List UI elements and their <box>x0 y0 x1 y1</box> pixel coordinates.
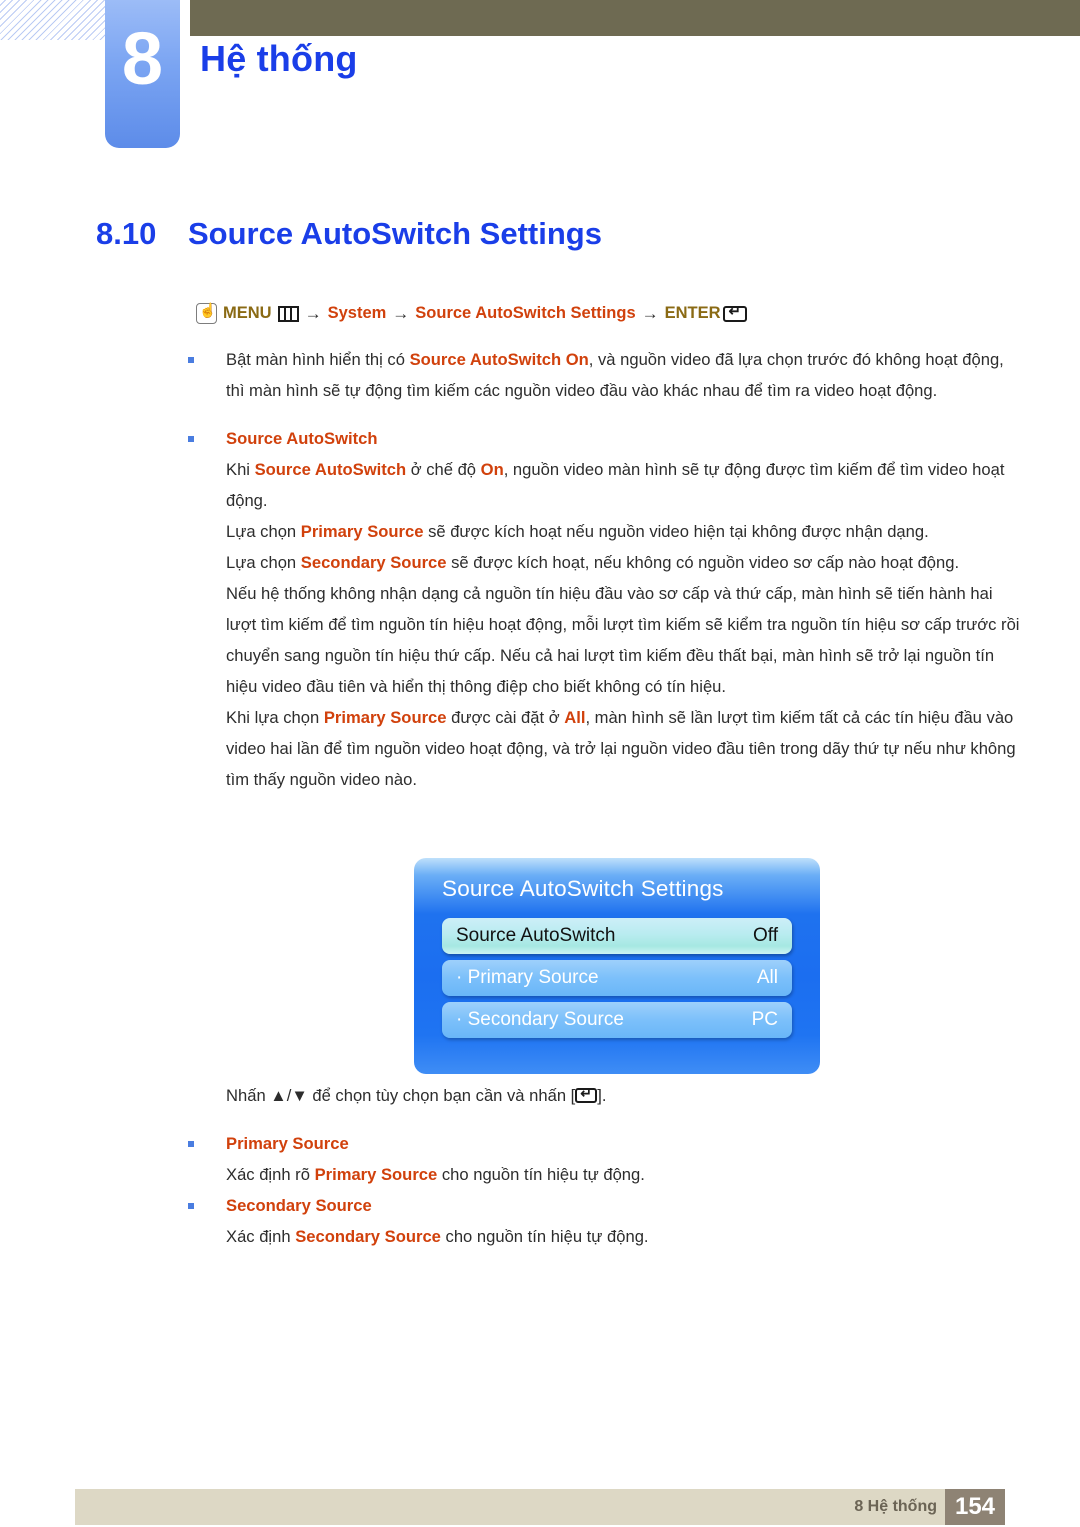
osd-row-value: PC <box>751 1009 778 1030</box>
section-heading: 8.10 Source AutoSwitch Settings <box>96 216 602 252</box>
bullet-marker <box>188 1203 194 1209</box>
hand-press-icon <box>196 301 217 324</box>
osd-title: Source AutoSwitch Settings <box>442 876 724 901</box>
chapter-tab: 8 <box>105 0 180 148</box>
p3-text-a: Lựa chọn <box>226 553 301 572</box>
paragraph-autoswitch-desc: Khi Source AutoSwitch ở chế độ On, nguồn… <box>182 454 1022 516</box>
osd-row-secondary-source[interactable]: · Secondary Source PC <box>442 1002 792 1038</box>
paragraph-secondary-source: Lựa chọn Secondary Source sẽ được kích h… <box>182 547 1022 578</box>
path-arrow-2: → <box>392 303 410 323</box>
page-footer: 8 Hệ thống 154 <box>75 1489 1005 1525</box>
page-header: 8 Hệ thống <box>0 0 1080 165</box>
section-title: Source AutoSwitch Settings <box>188 216 602 251</box>
p2-text-a: Lựa chọn <box>226 522 301 541</box>
path-arrow-3: → <box>641 303 659 323</box>
enter-key-icon <box>575 1086 598 1103</box>
hint-text-b: ]. <box>597 1086 607 1105</box>
p2-text-b: sẽ được kích hoạt nếu nguồn video hiện t… <box>423 522 929 541</box>
bullet-item-primary-source: Primary Source <box>182 1128 1022 1159</box>
p6-text-b: cho nguồn tín hiệu tự động. <box>437 1165 645 1184</box>
footer-chapter-label: 8 Hệ thống <box>854 1498 937 1515</box>
menu-label: MENU <box>223 304 272 322</box>
paragraph-primary-all: Khi lựa chọn Primary Source được cài đặt… <box>182 702 1022 795</box>
paragraph-search-behavior: Nếu hệ thống không nhận dạng cả nguồn tí… <box>226 584 1020 696</box>
p7-text-b: cho nguồn tín hiệu tự động. <box>440 1227 649 1246</box>
bullet-item-source-autoswitch: Source AutoSwitch <box>182 423 1022 454</box>
osd-row-label: · Primary Source <box>456 967 599 988</box>
bullet-marker <box>188 1141 194 1147</box>
paragraph-primary-source: Lựa chọn Primary Source sẽ được kích hoạ… <box>182 516 1022 547</box>
bullet-marker <box>188 357 194 363</box>
p7-highlight: Secondary Source <box>295 1227 441 1246</box>
p1-text-a: Khi <box>226 460 255 479</box>
p2-highlight: Primary Source <box>300 522 424 541</box>
osd-navigation-hint: Nhấn ▲/▼ để chọn tùy chọn bạn cần và nhấ… <box>182 1080 1022 1111</box>
p3-highlight: Secondary Source <box>300 553 447 572</box>
p1-highlight-2: On <box>480 460 504 479</box>
path-system-label: System <box>327 304 387 322</box>
p5-text-b: được cài đặt ở <box>446 708 565 727</box>
p5-highlight-1: Primary Source <box>323 708 447 727</box>
osd-menu-panel: Source AutoSwitch Settings Source AutoSw… <box>414 858 820 1074</box>
osd-row-source-autoswitch[interactable]: Source AutoSwitch Off <box>442 918 792 954</box>
p3-text-b: sẽ được kích hoạt, nếu không có nguồn vi… <box>446 553 960 572</box>
subheading-source-autoswitch: Source AutoSwitch <box>226 429 378 448</box>
path-settings-label: Source AutoSwitch Settings <box>415 304 636 322</box>
bullet-marker <box>188 436 194 442</box>
osd-row-value: Off <box>753 925 778 946</box>
p7-text-a: Xác định <box>226 1227 296 1246</box>
menu-path-breadcrumb: MENU → System → Source AutoSwitch Settin… <box>196 301 753 324</box>
subheading-primary-source: Primary Source <box>226 1134 349 1153</box>
paragraph-secondary-source-desc: Xác định Secondary Source cho nguồn tín … <box>182 1221 1022 1252</box>
path-enter-label: ENTER <box>664 304 721 322</box>
p5-highlight-2: All <box>564 708 586 727</box>
p6-highlight: Primary Source <box>314 1165 438 1184</box>
chapter-number: 8 <box>121 17 164 100</box>
p1-highlight-1: Source AutoSwitch <box>254 460 407 479</box>
osd-row-label: Source AutoSwitch <box>456 925 616 946</box>
osd-row-primary-source[interactable]: · Primary Source All <box>442 960 792 996</box>
menu-bars-icon <box>277 305 299 322</box>
bullet-item-secondary-source: Secondary Source <box>182 1190 1022 1221</box>
enter-key-icon <box>722 304 747 322</box>
subheading-secondary-source: Secondary Source <box>226 1196 372 1215</box>
hint-text-a: Nhấn ▲/▼ để chọn tùy chọn bạn cần và nhấ… <box>226 1086 576 1105</box>
intro-text-pre: Bật màn hình hiển thị có <box>226 350 410 369</box>
p1-text-b: ở chế độ <box>406 460 481 479</box>
chapter-title: Hệ thống <box>200 38 358 79</box>
page-number-badge: 154 <box>945 1489 1005 1525</box>
p5-text-a: Khi lựa chọn <box>226 708 324 727</box>
after-osd-content: Nhấn ▲/▼ để chọn tùy chọn bạn cần và nhấ… <box>182 1080 1022 1252</box>
header-olive-bar <box>190 0 1080 36</box>
body-content: Bật màn hình hiển thị có Source AutoSwit… <box>182 344 1022 795</box>
intro-highlight: Source AutoSwitch On <box>409 350 589 369</box>
osd-row-value: All <box>756 967 778 988</box>
paragraph-primary-source-desc: Xác định rõ Primary Source cho nguồn tín… <box>182 1159 1022 1190</box>
osd-row-label: · Secondary Source <box>456 1009 624 1030</box>
p6-text-a: Xác định rõ <box>226 1165 315 1184</box>
section-number: 8.10 <box>96 216 157 251</box>
path-arrow-1: → <box>304 303 322 323</box>
bullet-item-intro: Bật màn hình hiển thị có Source AutoSwit… <box>182 344 1022 406</box>
